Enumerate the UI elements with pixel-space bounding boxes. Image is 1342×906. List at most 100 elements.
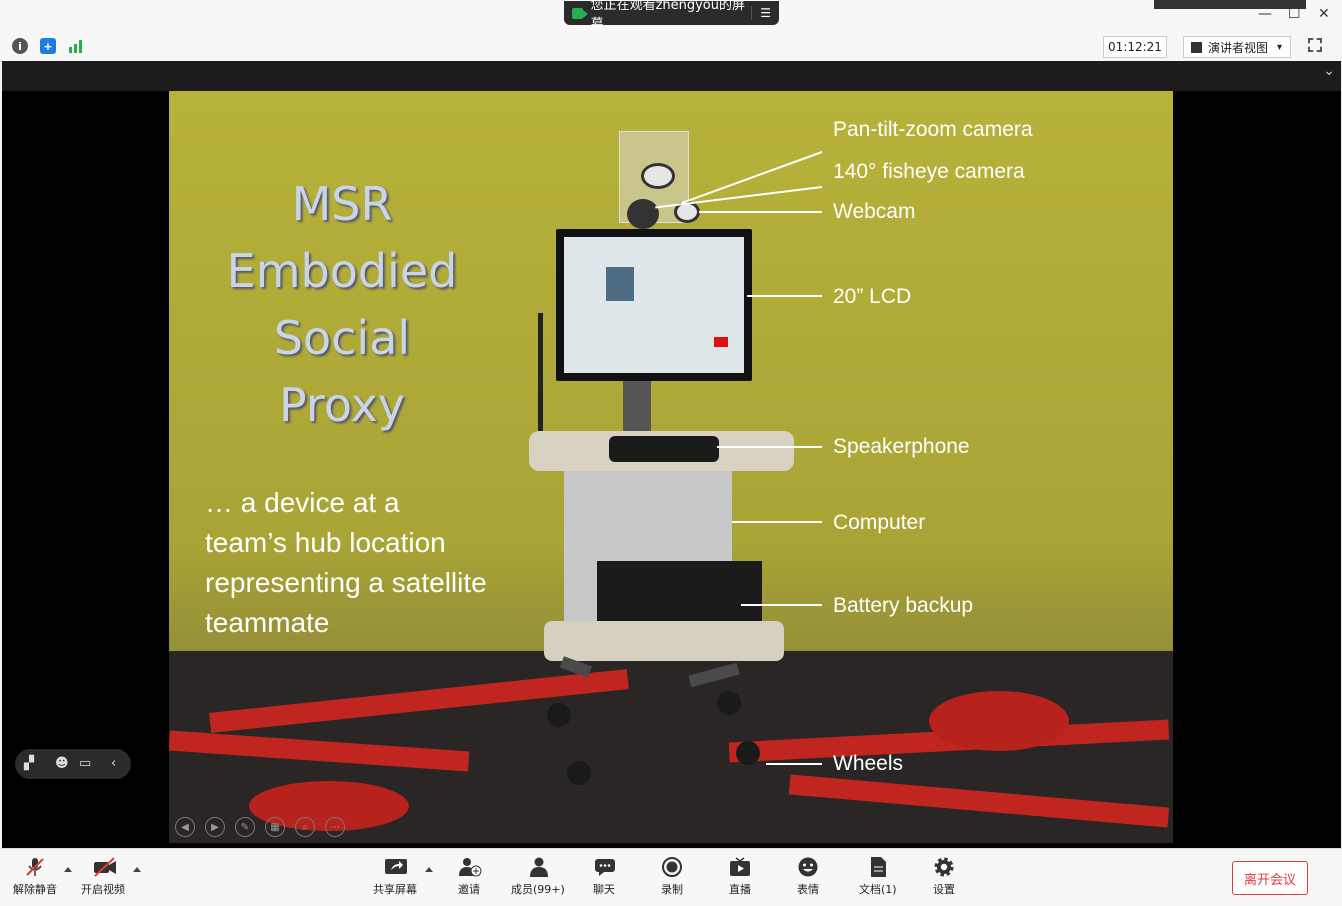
chat-bubble-icon[interactable]: ▭: [79, 756, 91, 771]
chevron-down-icon: ▾: [1276, 41, 1282, 53]
label-ptz-camera: Pan-tilt-zoom camera: [833, 118, 1033, 141]
wheel: [717, 691, 741, 715]
settings-button[interactable]: 设置: [933, 857, 955, 897]
reactions-label: 表情: [797, 883, 819, 896]
docs-button[interactable]: 文档(1): [859, 857, 897, 897]
share-screen-icon: [384, 857, 407, 877]
record-label: 录制: [661, 883, 683, 896]
invite-button[interactable]: 邀请: [458, 857, 482, 897]
layout-icon: [1191, 41, 1202, 53]
slides-grid-icon[interactable]: ▦: [265, 817, 285, 837]
slide-body-line: teammate: [205, 607, 330, 638]
slide-title-line: MSR: [291, 177, 393, 231]
zoom-icon[interactable]: ⌕: [295, 817, 315, 837]
view-mode-label: 演讲者视图: [1208, 40, 1269, 55]
chevron-up-icon[interactable]: [64, 867, 72, 872]
share-banner-text: 您正在观看zhengyou的屏幕: [590, 0, 746, 32]
reactions-button[interactable]: 表情: [797, 857, 819, 897]
leader-line: [741, 604, 822, 606]
chevron-up-icon[interactable]: [425, 867, 433, 872]
members-label: 成员(99+): [511, 883, 565, 896]
shared-screen-viewer: ⌄ MSR Embodied Social Proxy … a device a…: [2, 61, 1341, 848]
menu-icon[interactable]: ☰: [751, 6, 771, 20]
cart-base: [544, 621, 784, 661]
antenna: [538, 313, 543, 438]
live-button[interactable]: 直播: [729, 857, 751, 897]
document-icon: [867, 857, 889, 877]
leader-line: [699, 211, 822, 213]
video-thumbnail: [606, 267, 634, 301]
unmute-button[interactable]: 解除静音: [13, 857, 57, 897]
slide-title-line: Proxy: [278, 378, 405, 432]
rug-pattern: [929, 691, 1069, 751]
more-options-icon[interactable]: ⋯: [325, 817, 345, 837]
share-banner[interactable]: 您正在观看zhengyou的屏幕 ☰: [564, 0, 779, 32]
slide-body: … a device at a team’s hub location repr…: [205, 483, 545, 643]
settings-label: 设置: [933, 883, 955, 896]
meeting-timer: 01:12:21: [1103, 36, 1167, 58]
shield-icon[interactable]: +: [40, 38, 56, 54]
start-video-label: 开启视频: [81, 883, 125, 896]
add-user-icon: [458, 857, 482, 877]
leader-line: [717, 446, 822, 448]
label-battery-backup: Battery backup: [833, 594, 974, 617]
wheel: [547, 703, 571, 727]
video-camera-icon: [572, 7, 588, 19]
info-icon[interactable]: i: [12, 38, 28, 54]
label-fisheye-camera: 140° fisheye camera: [833, 160, 1025, 183]
unmute-label: 解除静音: [13, 883, 57, 896]
floating-toolbar: ▞ ☻ ▭ ‹: [15, 749, 131, 779]
previous-slide-icon[interactable]: ◀: [175, 817, 195, 837]
label-computer: Computer: [833, 511, 926, 534]
lcd-monitor: [556, 229, 752, 381]
share-screen-button[interactable]: 共享屏幕: [373, 857, 417, 897]
docs-label: 文档(1): [859, 883, 897, 896]
leader-line: [766, 763, 822, 765]
slide-body-line: representing a satellite: [205, 567, 487, 598]
wheel: [736, 741, 760, 765]
signal-icon[interactable]: [68, 38, 84, 54]
slide-body-line: … a device at a: [205, 487, 400, 518]
chat-button[interactable]: 聊天: [593, 857, 615, 897]
live-label: 直播: [729, 883, 751, 896]
start-video-button[interactable]: 开启视频: [81, 857, 125, 897]
users-icon: [527, 857, 549, 877]
wheel: [567, 761, 591, 785]
chevron-left-icon[interactable]: ‹: [111, 756, 116, 771]
leave-meeting-button[interactable]: 离开会议: [1232, 861, 1308, 895]
maximize-button[interactable]: ☐: [1288, 6, 1301, 22]
label-lcd: 20” LCD: [833, 285, 912, 308]
slide-title-line: Embodied: [226, 244, 458, 298]
next-slide-icon[interactable]: ▶: [205, 817, 225, 837]
presentation-slide: MSR Embodied Social Proxy … a device at …: [169, 91, 1173, 843]
lcd-screen: [564, 237, 744, 373]
leader-line: [732, 521, 822, 523]
label-webcam: Webcam: [833, 200, 916, 223]
pen-icon[interactable]: ✎: [235, 817, 255, 837]
record-button[interactable]: 录制: [661, 857, 683, 897]
label-wheels: Wheels: [833, 752, 904, 775]
share-screen-label: 共享屏幕: [373, 883, 417, 896]
emoji-icon[interactable]: ☻: [55, 756, 69, 771]
slide-title-line: Social: [273, 311, 411, 365]
chat-label: 聊天: [593, 883, 615, 896]
minimize-button[interactable]: —: [1258, 6, 1272, 22]
close-button[interactable]: ✕: [1318, 6, 1330, 22]
chevron-up-icon[interactable]: [133, 867, 141, 872]
chevron-down-icon[interactable]: ⌄: [1323, 63, 1335, 79]
bottom-control-bar: 解除静音 开启视频 共享屏幕 邀请 成员(99+) 聊天 录制 直播 表情 文档…: [0, 848, 1342, 906]
record-icon: [661, 857, 683, 877]
viewer-header: ⌄: [2, 61, 1341, 91]
apps-icon[interactable]: ▞: [24, 756, 34, 771]
meeting-toolbar: i + 01:12:21 演讲者视图 ▾: [0, 30, 1342, 62]
view-mode-dropdown[interactable]: 演讲者视图 ▾: [1183, 36, 1291, 58]
members-button[interactable]: 成员(99+): [511, 857, 565, 897]
ptz-camera: [641, 163, 675, 189]
gear-icon: [933, 857, 955, 877]
speakerphone: [609, 436, 719, 462]
slide-body-line: team’s hub location: [205, 527, 446, 558]
red-indicator: [714, 337, 728, 347]
slide-title: MSR Embodied Social Proxy: [169, 171, 515, 439]
fullscreen-icon[interactable]: [1308, 38, 1322, 52]
fisheye-camera: [627, 199, 659, 229]
